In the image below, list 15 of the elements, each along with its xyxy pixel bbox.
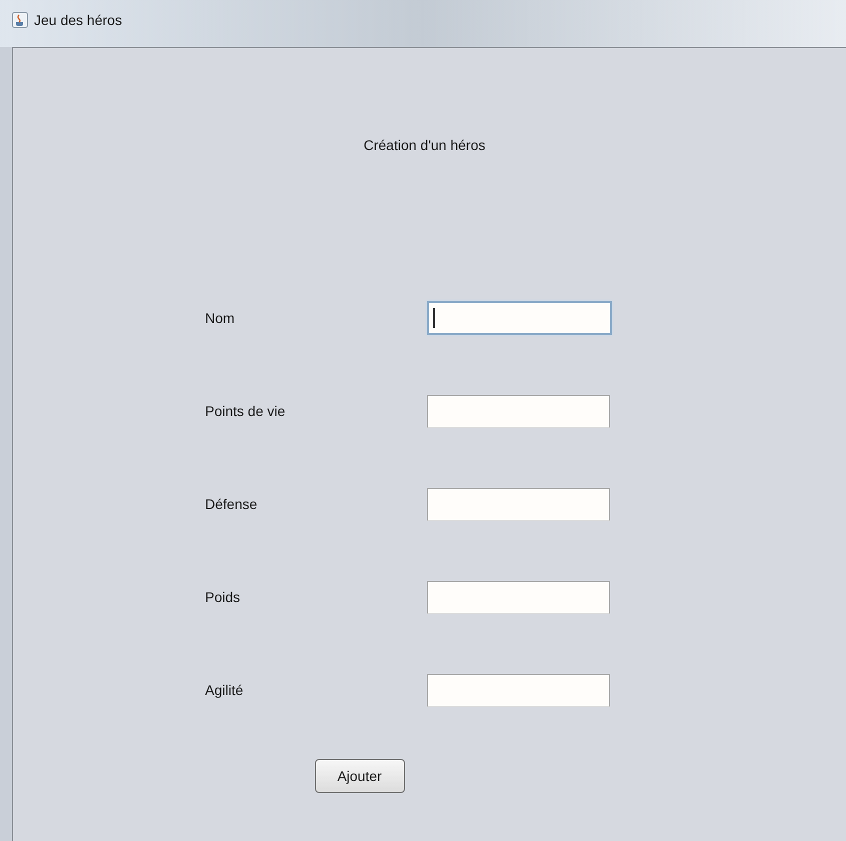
window-title: Jeu des héros [34,12,122,28]
input-field[interactable] [427,301,612,335]
field-label: Défense [205,495,258,514]
input-field[interactable] [427,581,610,614]
input-field[interactable] [427,674,610,707]
input-field[interactable] [427,395,610,428]
add-button[interactable]: Ajouter [314,759,404,793]
field-label: Nom [205,308,236,328]
field-label: Agilité [205,681,244,700]
coffee-cup-icon [12,12,28,28]
field-label: Points de vie [205,402,286,421]
input-field[interactable] [427,488,610,521]
form-heading: Création d'un héros [364,136,486,155]
field-label: Poids [205,588,242,607]
text-cursor [433,308,435,328]
